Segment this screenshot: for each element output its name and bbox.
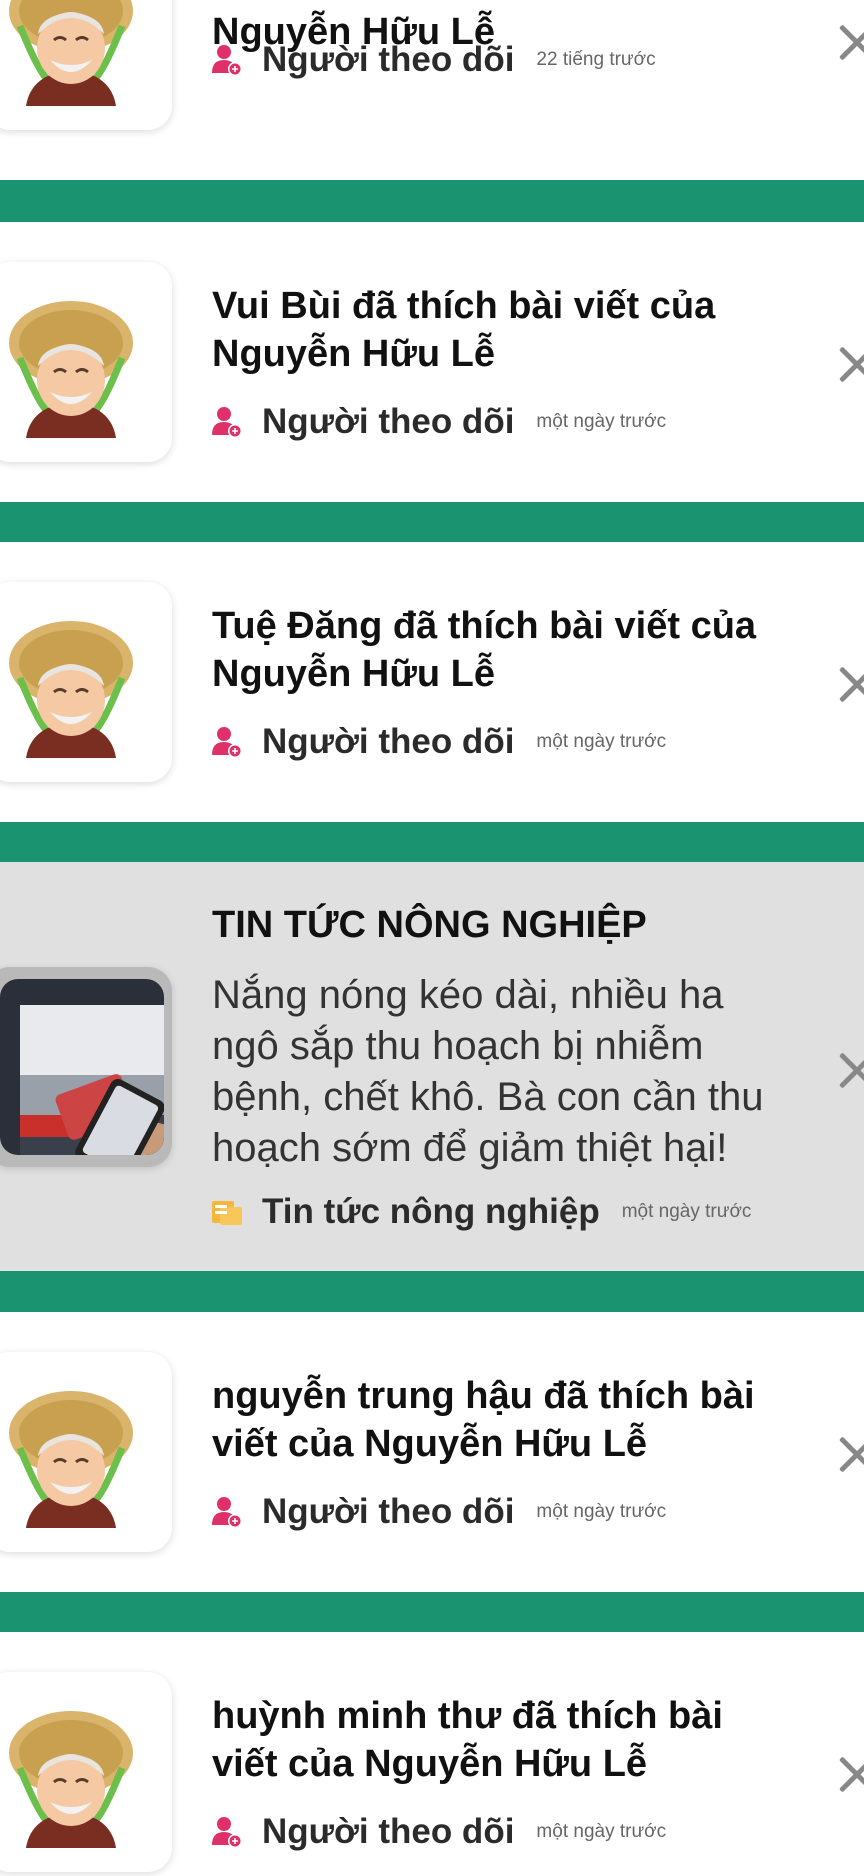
farmer-avatar-icon (9, 1391, 133, 1528)
title-line (212, 0, 774, 8)
notification-title: Tuệ Đăng đã thích bài viết của Nguyễn Hữ… (212, 602, 774, 698)
newspaper-icon (212, 1195, 242, 1229)
notification-meta: Người theo dõi một ngày trước (212, 1490, 666, 1534)
user-add-icon (212, 725, 242, 759)
title-line: Nguyễn Hữu Lễ (212, 653, 495, 695)
user-add-icon (212, 1495, 242, 1529)
notification-time: 22 tiếng trước (536, 49, 656, 70)
title-line: Vui Bùi đã thích bài viết của (212, 285, 716, 327)
news-card[interactable]: TIN TỨC NÔNG NGHIỆP Nắng nóng kéo dài, n… (0, 862, 864, 1271)
notification-time: một ngày trước (536, 731, 667, 752)
user-add-icon (212, 43, 242, 77)
farmer-avatar-icon (9, 301, 133, 438)
body-line: ngô sắp thu hoạch bị nhiễm (212, 1024, 704, 1068)
close-icon[interactable] (834, 344, 864, 384)
notification-card[interactable]: huỳnh minh thư đã thích bài viết của Ngu… (0, 1632, 864, 1876)
title-line: Nguyễn Hữu Lễ (212, 333, 495, 375)
farmer-avatar-icon (9, 1711, 133, 1848)
notification-time: một ngày trước (536, 1501, 667, 1522)
close-icon[interactable] (834, 1754, 864, 1794)
avatar (0, 582, 172, 782)
close-icon[interactable] (834, 22, 864, 62)
user-add-icon (212, 405, 242, 439)
notification-card[interactable]: nguyễn trung hậu đã thích bài viết của N… (0, 1312, 864, 1592)
news-body: Nắng nóng kéo dài, nhiều ha ngô sắp thu … (212, 970, 804, 1174)
notification-title: huỳnh minh thư đã thích bài viết của Ngu… (212, 1692, 774, 1788)
body-line: hoạch sớm để giảm thiệt hại! (212, 1126, 728, 1170)
title-line: huỳnh minh thư đã thích bài (212, 1695, 723, 1737)
close-icon[interactable] (834, 664, 864, 704)
notification-card[interactable]: Vui Bùi đã thích bài viết của Nguyễn Hữu… (0, 222, 864, 502)
notification-card[interactable]: Nguyễn Hữu Lễ Người theo dõi 22 tiếng tr… (0, 0, 864, 180)
news-thumbnail (0, 967, 172, 1167)
title-line: nguyễn trung hậu đã thích bài (212, 1375, 755, 1417)
avatar (0, 0, 172, 130)
notification-source: Người theo dõi (262, 40, 515, 79)
body-line: Nắng nóng kéo dài, nhiều ha (212, 973, 724, 1017)
avatar (0, 1352, 172, 1552)
avatar (0, 262, 172, 462)
notification-time: một ngày trước (536, 1821, 667, 1842)
notification-meta: Người theo dõi một ngày trước (212, 1810, 666, 1854)
notification-source: Người theo dõi (262, 1812, 515, 1851)
notification-time: một ngày trước (536, 411, 667, 432)
body-line: bệnh, chết khô. Bà con cần thu (212, 1075, 764, 1119)
title-line: Tuệ Đăng đã thích bài viết của (212, 605, 757, 647)
user-add-icon (212, 1815, 242, 1849)
notification-title: Vui Bùi đã thích bài viết của Nguyễn Hữu… (212, 282, 774, 378)
title-line: viết của Nguyễn Hữu Lễ (212, 1743, 648, 1785)
news-category: TIN TỨC NÔNG NGHIỆP (212, 904, 647, 946)
close-icon[interactable] (834, 1050, 864, 1090)
notification-source: Người theo dõi (262, 1492, 515, 1531)
notification-card[interactable]: Tuệ Đăng đã thích bài viết của Nguyễn Hữ… (0, 542, 864, 822)
farmer-avatar-icon (9, 0, 133, 106)
notification-source: Người theo dõi (262, 722, 515, 761)
news-photo (0, 979, 164, 1155)
avatar (0, 1672, 172, 1872)
notification-meta: Người theo dõi 22 tiếng trước (212, 38, 656, 82)
news-source: Tin tức nông nghiệp (262, 1192, 600, 1231)
farmer-avatar-icon (9, 621, 133, 758)
notification-source: Người theo dõi (262, 402, 515, 441)
close-icon[interactable] (834, 1434, 864, 1474)
title-line: viết của Nguyễn Hữu Lễ (212, 1423, 648, 1465)
notification-meta: Người theo dõi một ngày trước (212, 400, 666, 444)
news-meta: Tin tức nông nghiệp một ngày trước (212, 1190, 751, 1234)
news-time: một ngày trước (621, 1201, 752, 1222)
notification-title: nguyễn trung hậu đã thích bài viết của N… (212, 1372, 774, 1468)
notification-meta: Người theo dõi một ngày trước (212, 720, 666, 764)
